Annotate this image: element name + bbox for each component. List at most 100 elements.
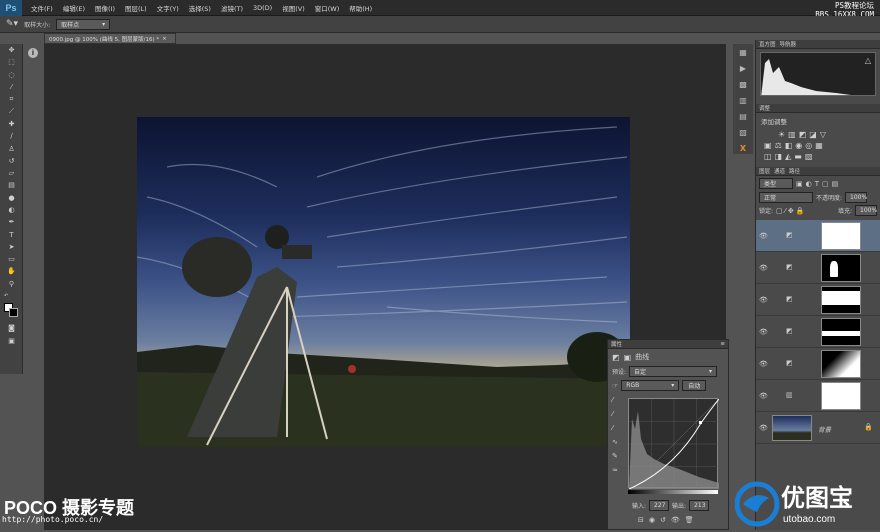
curve-edit-icon[interactable]: ∿: [612, 438, 624, 446]
curves-adj-icon[interactable]: ◩: [799, 130, 810, 139]
filter-icons[interactable]: ▣◐T▢▤: [796, 180, 841, 188]
layer-mask-thumbnail[interactable]: [821, 254, 861, 282]
layer-mask-thumbnail[interactable]: [821, 382, 861, 410]
input-field[interactable]: 227: [649, 500, 670, 511]
channel-dropdown[interactable]: RGB ▾: [621, 380, 680, 391]
layer-mask-thumbnail[interactable]: [821, 286, 861, 314]
tab-adjustments[interactable]: 调整: [759, 104, 770, 112]
character-panel-icon[interactable]: ▤: [733, 108, 753, 124]
bw-adj-icon[interactable]: ◧: [785, 141, 796, 150]
tab-navigator[interactable]: 导航器: [780, 40, 797, 48]
threshold-adj-icon[interactable]: ◭: [785, 152, 794, 161]
swatches-panel-icon[interactable]: ▩: [733, 76, 753, 92]
invert-adj-icon[interactable]: ◫: [764, 152, 775, 161]
eyedropper-tool-icon[interactable]: ✎▾: [6, 19, 18, 29]
shape-tool-icon[interactable]: ▭: [0, 253, 23, 265]
layer-row-curves-1[interactable]: 👁 ◩: [756, 348, 880, 380]
sample-size-dropdown[interactable]: 取样点 ▾: [56, 18, 111, 30]
history-panel-icon[interactable]: ▦: [733, 44, 753, 60]
menu-help[interactable]: 帮助(H): [344, 3, 377, 13]
menu-image[interactable]: 图像(I): [90, 3, 120, 13]
background-color-swatch[interactable]: [9, 308, 18, 318]
kind-filter-dropdown[interactable]: 类型: [759, 178, 793, 189]
swap-colors-icon[interactable]: ↶: [0, 290, 23, 302]
hand-tool-icon[interactable]: ✋: [0, 265, 23, 277]
menu-select[interactable]: 选择(S): [184, 3, 216, 13]
brightness-adj-icon[interactable]: ☀: [778, 130, 788, 139]
eye-icon[interactable]: 👁: [759, 328, 768, 336]
black-point-eyedropper-icon[interactable]: ⁄: [612, 396, 624, 404]
screen-mode-icon[interactable]: ▣: [0, 335, 23, 347]
exposure-adj-icon[interactable]: ◪: [809, 130, 820, 139]
tab-layers[interactable]: 图层: [759, 167, 770, 175]
clip-icon[interactable]: ⊟: [638, 516, 649, 524]
background-layer-thumbnail[interactable]: [772, 415, 812, 441]
curve-point[interactable]: [699, 421, 702, 424]
tab-properties[interactable]: 属性: [611, 340, 622, 348]
layer-row-levels[interactable]: 👁 ▥: [756, 380, 880, 412]
eye-icon[interactable]: 👁: [759, 360, 768, 368]
blend-mode-dropdown[interactable]: 正常: [759, 192, 813, 203]
color-swatches[interactable]: [0, 302, 23, 322]
layer-mask-thumbnail[interactable]: [821, 318, 861, 346]
eye-icon[interactable]: 👁: [759, 264, 768, 272]
menu-edit[interactable]: 编辑(E): [58, 3, 90, 13]
tab-channels[interactable]: 通道: [774, 167, 785, 175]
crop-tool-icon[interactable]: ⌗: [0, 93, 23, 105]
pencil-icon[interactable]: ✎: [612, 452, 624, 460]
blur-tool-icon[interactable]: ●: [0, 192, 23, 204]
menu-type[interactable]: 文字(Y): [152, 3, 184, 13]
tab-histogram[interactable]: 直方图: [759, 40, 776, 48]
mask-icon[interactable]: ▣: [624, 353, 632, 362]
panel-menu-icon[interactable]: ≡: [720, 341, 725, 347]
history-brush-icon[interactable]: ↺: [0, 155, 23, 167]
layer-row-curves-2[interactable]: 👁 ◩: [756, 316, 880, 348]
move-tool-icon[interactable]: ✥: [0, 44, 23, 56]
menu-file[interactable]: 文件(F): [26, 3, 58, 13]
actions-panel-icon[interactable]: ▶: [733, 60, 753, 76]
warning-triangle-icon[interactable]: △: [865, 56, 871, 65]
layer-mask-thumbnail[interactable]: [821, 222, 861, 250]
brush-tool-icon[interactable]: ∕: [0, 130, 23, 142]
quick-select-tool-icon[interactable]: ⁄: [0, 81, 23, 93]
document-tab[interactable]: 0900.jpg @ 100% (曲线 5, 图层蒙版/16) * ×: [44, 33, 176, 44]
eye-icon[interactable]: 👁: [759, 232, 768, 240]
x-panel-icon[interactable]: X: [733, 140, 753, 156]
curve-graph[interactable]: [628, 398, 720, 490]
visibility-icon[interactable]: 👁: [671, 516, 685, 524]
vibrance-adj-icon[interactable]: ▽: [820, 130, 829, 139]
mixer-adj-icon[interactable]: ◎: [805, 141, 815, 150]
menu-3d[interactable]: 3D(D): [248, 4, 277, 12]
photo-filter-icon[interactable]: ◉: [795, 141, 805, 150]
layer-row-background[interactable]: 👁 背景 🔒: [756, 412, 880, 444]
auto-button[interactable]: 自动: [682, 380, 707, 391]
zoom-tool-icon[interactable]: ⚲: [0, 278, 23, 290]
trash-icon[interactable]: 🗑: [685, 516, 699, 524]
path-select-icon[interactable]: ➤: [0, 241, 23, 253]
view-prev-icon[interactable]: ◉: [649, 516, 660, 524]
gray-point-eyedropper-icon[interactable]: ⁄: [612, 410, 624, 418]
close-icon[interactable]: ×: [162, 36, 167, 42]
levels-adj-icon[interactable]: ▥: [788, 130, 799, 139]
quick-mask-icon[interactable]: ◙: [0, 322, 23, 334]
output-field[interactable]: 213: [689, 500, 710, 511]
fill-input[interactable]: 100%: [855, 205, 877, 216]
white-point-eyedropper-icon[interactable]: ⁄: [612, 424, 624, 432]
eye-icon[interactable]: 👁: [759, 296, 768, 304]
eraser-tool-icon[interactable]: ▱: [0, 167, 23, 179]
tool-presets-icon[interactable]: ▧: [733, 124, 753, 140]
preset-dropdown[interactable]: 自定 ▾: [629, 366, 718, 377]
marquee-tool-icon[interactable]: ⬚: [0, 56, 23, 68]
info-icon[interactable]: i: [28, 48, 38, 58]
eyedropper-icon[interactable]: ⟋: [0, 105, 23, 117]
gradient-map-icon[interactable]: ▬: [794, 152, 805, 161]
brush-panel-icon[interactable]: ▥: [733, 92, 753, 108]
target-adjust-icon[interactable]: ☞: [612, 382, 618, 390]
opacity-input[interactable]: 100%: [845, 192, 867, 203]
eye-icon[interactable]: 👁: [759, 392, 768, 400]
hue-adj-icon[interactable]: ▣: [764, 141, 775, 150]
lasso-tool-icon[interactable]: ◌: [0, 69, 23, 81]
gradient-tool-icon[interactable]: ▤: [0, 179, 23, 191]
reset-icon[interactable]: ↺: [660, 516, 671, 524]
selective-color-icon[interactable]: ▧: [805, 152, 816, 161]
